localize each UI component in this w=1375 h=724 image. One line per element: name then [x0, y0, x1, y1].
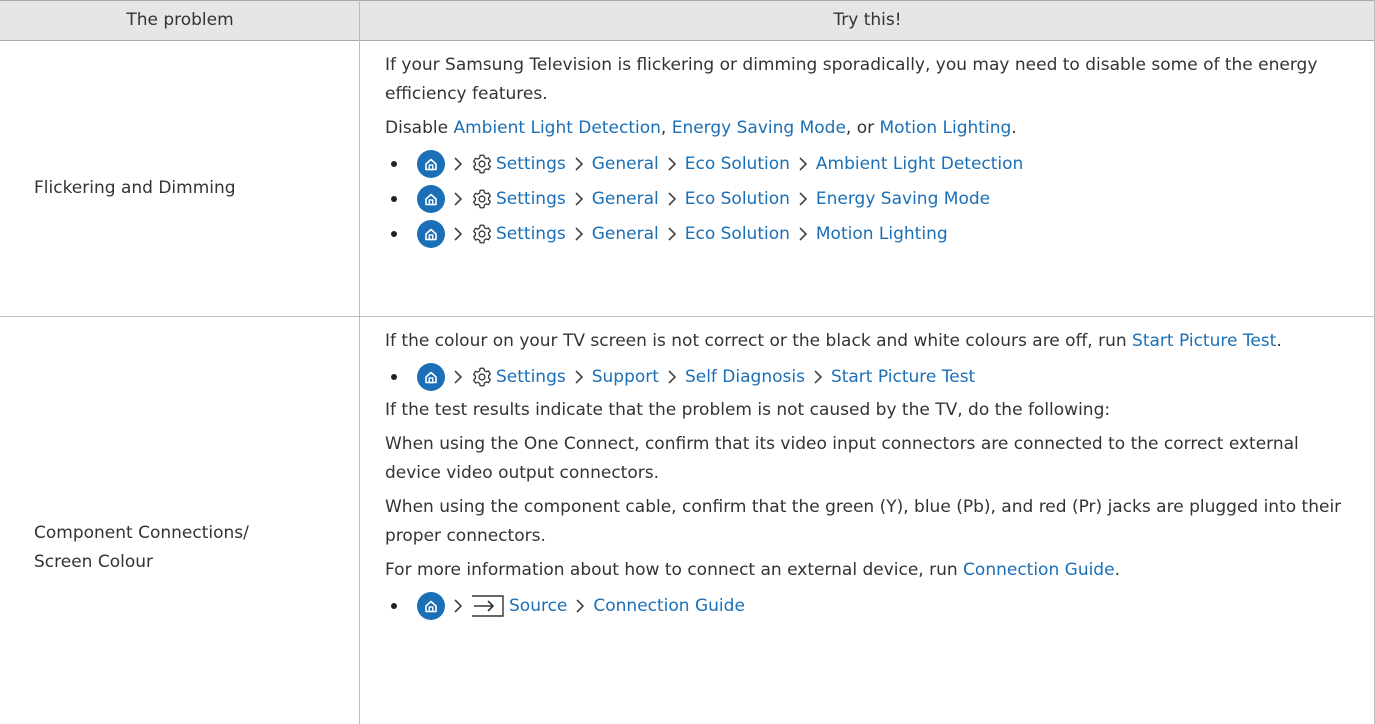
problem-line: Component Connections/ [34, 523, 249, 543]
description-text: If the test results indicate that the pr… [385, 400, 1111, 420]
table-row: Component Connections/ Screen Colour If … [0, 317, 1375, 724]
chevron-right-icon [453, 192, 463, 206]
gear-icon [471, 153, 493, 175]
home-icon[interactable] [417, 185, 445, 213]
menu-path: Settings General Eco Solution Motion Lig… [385, 218, 1350, 250]
chevron-right-icon [667, 192, 677, 206]
link-energy-saving-mode[interactable]: Energy Saving Mode [672, 118, 846, 138]
chevron-right-icon [453, 157, 463, 171]
link-connection-guide[interactable]: Connection Guide [963, 560, 1115, 580]
path-connection-guide[interactable]: Connection Guide [593, 596, 745, 616]
gear-icon [471, 223, 493, 245]
path-general[interactable]: General [592, 224, 659, 244]
path-eco-solution[interactable]: Eco Solution [685, 224, 790, 244]
path-eco-solution[interactable]: Eco Solution [685, 189, 790, 209]
chevron-right-icon [667, 157, 677, 171]
header-problem: The problem [126, 10, 234, 30]
bullet [391, 374, 397, 380]
gear-icon [471, 366, 493, 388]
description-text: When using the component cable, confirm … [385, 497, 1342, 546]
menu-path: Settings Support Self Diagnosis Start Pi… [385, 361, 1350, 393]
menu-path: Settings General Eco Solution Energy Sav… [385, 183, 1350, 215]
chevron-right-icon [453, 227, 463, 241]
text: If the colour on your TV screen is not c… [385, 331, 1133, 351]
source-icon [471, 595, 505, 617]
link-motion-lighting[interactable]: Motion Lighting [880, 118, 1012, 138]
path-source[interactable]: Source [509, 596, 567, 616]
description-text: If the colour on your TV screen is not c… [385, 327, 1350, 356]
home-icon[interactable] [417, 220, 445, 248]
path-settings[interactable]: Settings [496, 224, 566, 244]
chevron-right-icon [453, 370, 463, 384]
chevron-right-icon [574, 192, 584, 206]
chevron-right-icon [574, 370, 584, 384]
solution-cell: If the colour on your TV screen is not c… [385, 327, 1350, 625]
table-row: Flickering and Dimming If your Samsung T… [0, 41, 1375, 316]
header-try-this: Try this! [833, 10, 902, 30]
problem-line: Screen Colour [34, 552, 154, 572]
chevron-right-icon [798, 227, 808, 241]
path-motion-lighting[interactable]: Motion Lighting [816, 224, 948, 244]
path-self-diagnosis[interactable]: Self Diagnosis [685, 367, 805, 387]
problem-cell: Component Connections/ Screen Colour [34, 519, 249, 577]
path-start-picture-test[interactable]: Start Picture Test [831, 367, 975, 387]
home-icon[interactable] [417, 150, 445, 178]
gear-icon [471, 188, 493, 210]
menu-path: Source Connection Guide [385, 590, 1350, 622]
chevron-right-icon [813, 370, 823, 384]
chevron-right-icon [667, 227, 677, 241]
home-icon[interactable] [417, 363, 445, 391]
path-ambient-light-detection[interactable]: Ambient Light Detection [816, 154, 1023, 174]
chevron-right-icon [798, 157, 808, 171]
solution-cell: If your Samsung Television is flickering… [385, 51, 1350, 253]
path-settings[interactable]: Settings [496, 154, 566, 174]
text: Disable [385, 118, 454, 138]
bullet [391, 231, 397, 237]
chevron-right-icon [575, 599, 585, 613]
home-icon[interactable] [417, 592, 445, 620]
text: For more information about how to connec… [385, 560, 964, 580]
path-general[interactable]: General [592, 189, 659, 209]
path-settings[interactable]: Settings [496, 367, 566, 387]
menu-path: Settings General Eco Solution Ambient Li… [385, 148, 1350, 180]
path-eco-solution[interactable]: Eco Solution [685, 154, 790, 174]
text: . [1276, 331, 1282, 351]
path-energy-saving-mode[interactable]: Energy Saving Mode [816, 189, 990, 209]
description-text: If your Samsung Television is flickering… [385, 55, 1318, 104]
link-ambient-light-detection[interactable]: Ambient Light Detection [453, 118, 660, 138]
description-text: When using the One Connect, confirm that… [385, 434, 1299, 483]
path-support[interactable]: Support [592, 367, 659, 387]
text: , [660, 118, 672, 138]
bullet [391, 161, 397, 167]
chevron-right-icon [574, 227, 584, 241]
chevron-right-icon [667, 370, 677, 384]
link-start-picture-test[interactable]: Start Picture Test [1132, 331, 1276, 351]
chevron-right-icon [453, 599, 463, 613]
table-header: The problem Try this! [0, 0, 1375, 41]
path-general[interactable]: General [592, 154, 659, 174]
chevron-right-icon [574, 157, 584, 171]
text: . [1114, 560, 1120, 580]
troubleshooting-table: The problem Try this! Flickering and Dim… [0, 0, 1375, 724]
description-text: For more information about how to connec… [385, 556, 1350, 585]
chevron-right-icon [798, 192, 808, 206]
bullet [391, 196, 397, 202]
disable-instruction: Disable Ambient Light Detection, Energy … [385, 114, 1350, 143]
bullet [391, 603, 397, 609]
problem-cell: Flickering and Dimming [34, 178, 236, 198]
path-settings[interactable]: Settings [496, 189, 566, 209]
text: , or [845, 118, 880, 138]
text: . [1011, 118, 1017, 138]
